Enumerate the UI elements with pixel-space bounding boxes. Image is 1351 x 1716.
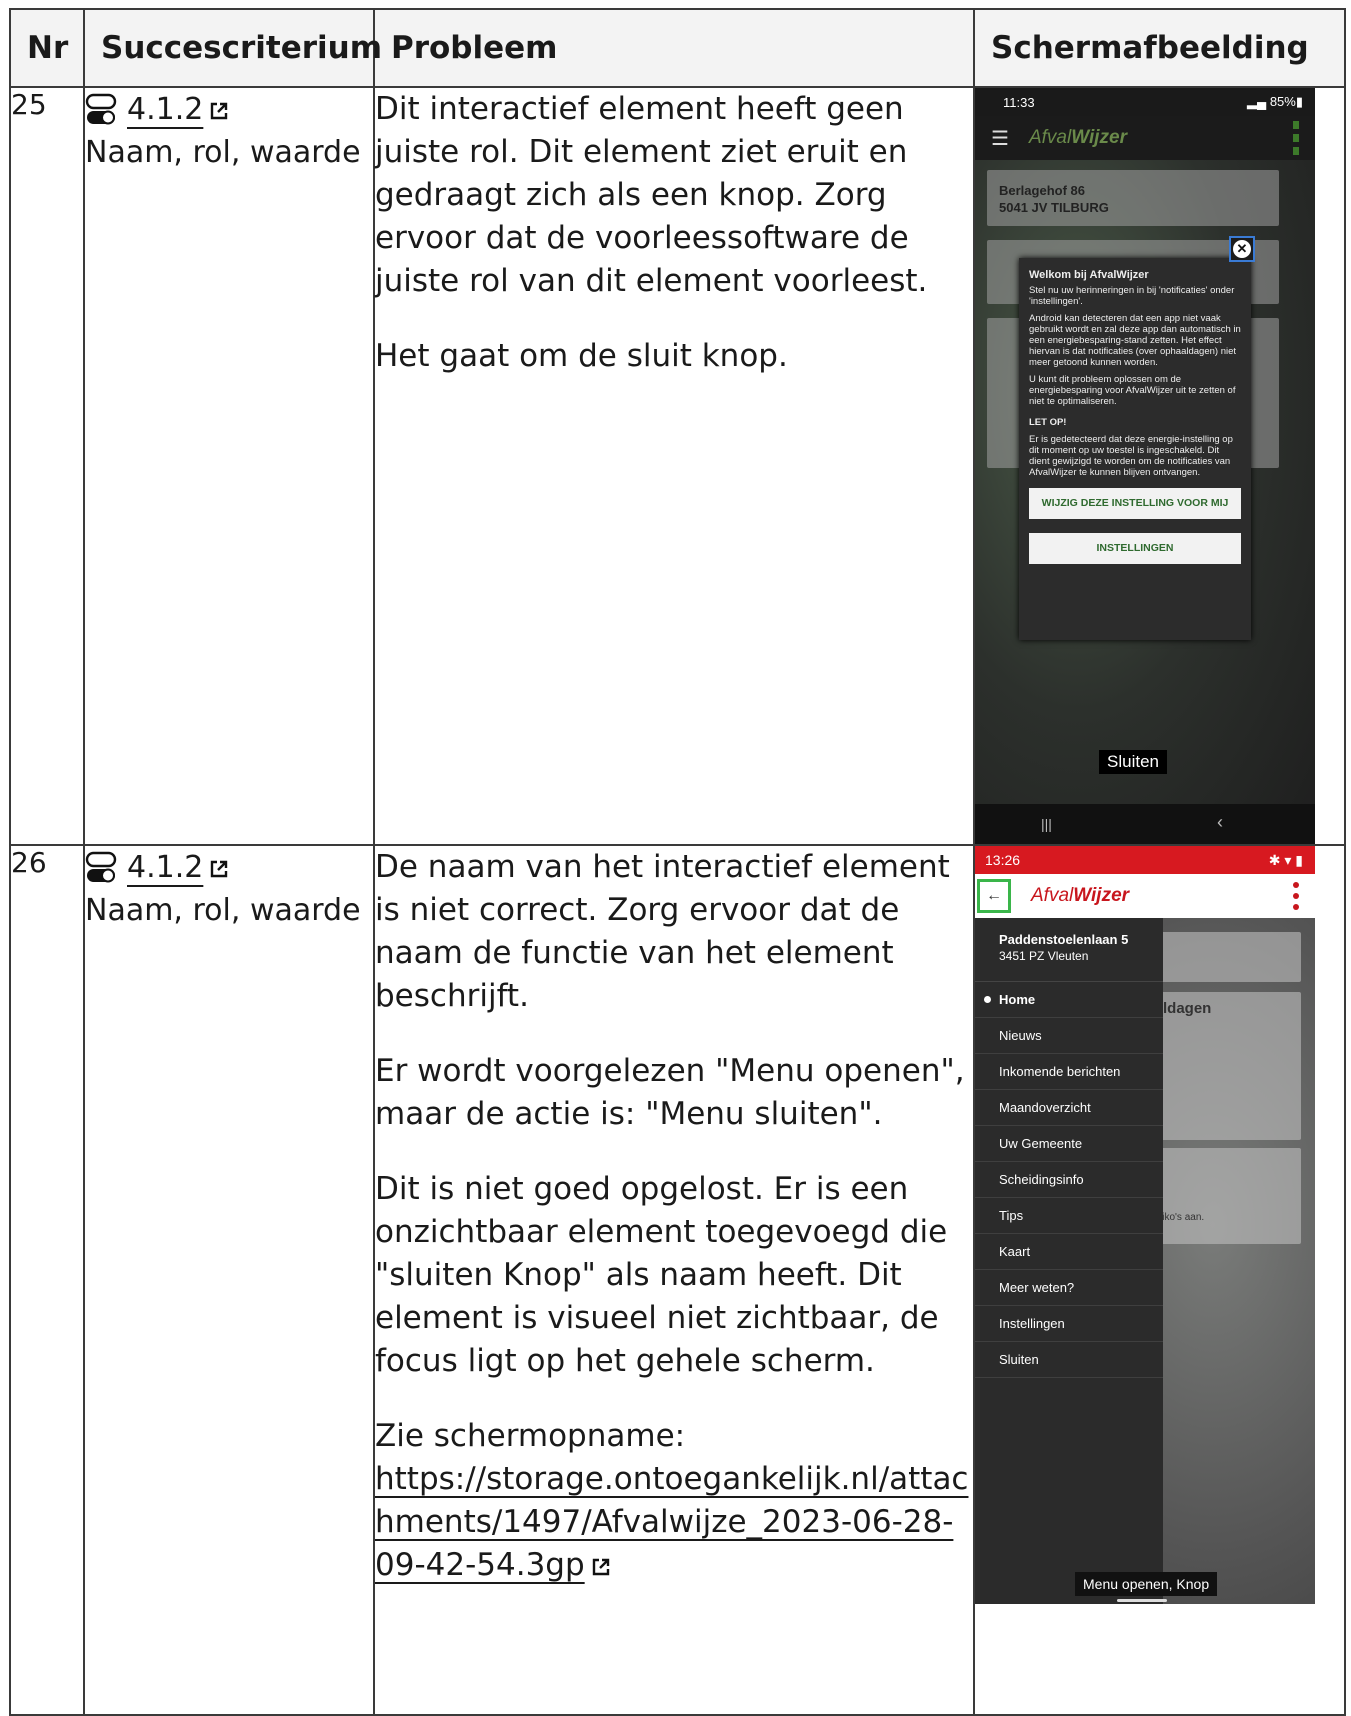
table-row: 25 4.1.2 Naam, rol, waarde Dit interacti… bbox=[9, 86, 1346, 846]
problem-cell: De naam van het interactief element is n… bbox=[373, 844, 975, 1716]
dialog-text: Er is gedetecteerd dat deze energie-inst… bbox=[1029, 434, 1233, 478]
battery-indicator: ✱ ▾ ▮ bbox=[1268, 851, 1303, 868]
external-link-icon bbox=[592, 1558, 609, 1575]
header-nr: Nr bbox=[9, 8, 85, 88]
android-nav-bar: ||| ‹ bbox=[975, 804, 1315, 844]
problem-text: Het gaat om de sluit knop. bbox=[375, 338, 788, 374]
screenshot-image: 13:26 ✱ ▾ ▮ ← AfvalWijzer ldagen kliko's… bbox=[975, 846, 1315, 1604]
navigation-drawer: Paddenstoelenlaan 5 3451 PZ Vleuten Home … bbox=[975, 918, 1163, 1604]
criterion-link[interactable]: 4.1.2 bbox=[127, 846, 229, 889]
problem-text: Dit is niet goed opgelost. Er is een onz… bbox=[375, 1171, 948, 1379]
row-number: 26 bbox=[9, 844, 85, 1716]
menu-item-uw-gemeente[interactable]: Uw Gemeente bbox=[975, 1126, 1163, 1162]
overflow-menu-icon bbox=[1293, 121, 1299, 155]
back-arrow-icon[interactable]: ← bbox=[977, 879, 1011, 913]
dialog-text: Android kan detecteren dat een app niet … bbox=[1029, 313, 1241, 368]
problem-text: De naam van het interactief element is n… bbox=[375, 849, 950, 1014]
menu-item-meer-weten[interactable]: Meer weten? bbox=[975, 1270, 1163, 1306]
close-button[interactable]: ✕ bbox=[1229, 236, 1255, 262]
back-icon[interactable]: ‹ bbox=[1217, 812, 1223, 833]
background-fragment: ldagen bbox=[1163, 1000, 1212, 1017]
menu-item-sluiten[interactable]: Sluiten bbox=[975, 1342, 1163, 1378]
dialog-text: U kunt dit probleem oplossen om de energ… bbox=[1029, 374, 1236, 407]
status-time: 13:26 bbox=[985, 852, 1021, 868]
external-link-icon bbox=[211, 860, 228, 877]
menu-item-nieuws[interactable]: Nieuws bbox=[975, 1018, 1163, 1054]
criterion-name: Naam, rol, waarde bbox=[85, 893, 361, 928]
dialog-warning-title: LET OP! bbox=[1029, 417, 1067, 428]
header-screenshot: Schermafbeelding bbox=[973, 8, 1346, 88]
status-bar: 13:26 ✱ ▾ ▮ bbox=[975, 846, 1315, 874]
menu-item-kaart[interactable]: Kaart bbox=[975, 1234, 1163, 1270]
status-time: 11:33 bbox=[1003, 94, 1035, 110]
table-header-row: Nr Succescriterium Probleem Schermafbeel… bbox=[9, 8, 1346, 88]
problem-cell: Dit interactief element heeft geen juist… bbox=[373, 86, 975, 846]
change-setting-button[interactable]: WIJZIG DEZE INSTELLING VOOR MIJ bbox=[1029, 488, 1241, 519]
recent-apps-icon[interactable]: ||| bbox=[1041, 816, 1052, 832]
recording-link[interactable]: https://storage.ontoegankelijk.nl/attach… bbox=[375, 1461, 968, 1583]
problem-text: Dit interactief element heeft geen juist… bbox=[375, 91, 928, 299]
menu-item-instellingen[interactable]: Instellingen bbox=[975, 1306, 1163, 1342]
table-row: 26 4.1.2 Naam, rol, waarde De naam van h… bbox=[9, 844, 1346, 1716]
dialog-title: Welkom bij AfvalWijzer bbox=[1029, 269, 1149, 281]
drawer-address: Paddenstoelenlaan 5 3451 PZ Vleuten bbox=[975, 918, 1163, 982]
gesture-bar bbox=[1117, 1599, 1167, 1602]
menu-item-maandoverzicht[interactable]: Maandoverzicht bbox=[975, 1090, 1163, 1126]
menu-item-scheidingsinfo[interactable]: Scheidingsinfo bbox=[975, 1162, 1163, 1198]
external-link-icon bbox=[211, 102, 228, 119]
issues-table: Nr Succescriterium Probleem Schermafbeel… bbox=[9, 8, 1346, 1716]
settings-button[interactable]: INSTELLINGEN bbox=[1029, 533, 1241, 564]
header-criterion: Succescriterium bbox=[83, 8, 382, 88]
overflow-menu-icon bbox=[1293, 882, 1299, 910]
criterion-link[interactable]: 4.1.2 bbox=[127, 88, 229, 131]
app-logo: AfvalWijzer bbox=[1028, 127, 1127, 148]
problem-text: Zie schermopname: bbox=[375, 1418, 686, 1454]
toggle-icon bbox=[85, 93, 117, 124]
close-icon: ✕ bbox=[1233, 240, 1251, 258]
menu-item-tips[interactable]: Tips bbox=[975, 1198, 1163, 1234]
address-line2: 5041 JV TILBURG bbox=[999, 200, 1109, 215]
address-line1: Berlagehof 86 bbox=[999, 183, 1085, 198]
criterion-cell: 4.1.2 Naam, rol, waarde bbox=[83, 844, 375, 1716]
battery-indicator: ▂▄ 85%▮ bbox=[1246, 94, 1303, 109]
criterion-cell: 4.1.2 Naam, rol, waarde bbox=[83, 86, 375, 846]
app-logo: AfvalWijzer bbox=[1031, 885, 1130, 906]
status-bar: 11:33 ▂▄ 85%▮ bbox=[975, 88, 1315, 116]
criterion-name: Naam, rol, waarde bbox=[85, 135, 361, 170]
dialog-text: Stel nu uw herinneringen in bij 'notific… bbox=[1029, 285, 1235, 307]
menu-item-inkomende-berichten[interactable]: Inkomende berichten bbox=[975, 1054, 1163, 1090]
menu-item-home[interactable]: Home bbox=[975, 982, 1163, 1018]
screenshot-cell: 11:33 ▂▄ 85%▮ ☰ AfvalWijzer Berlagehof 8… bbox=[973, 86, 1346, 846]
app-bar: ☰ AfvalWijzer bbox=[975, 116, 1315, 160]
screenshot-cell: 13:26 ✱ ▾ ▮ ← AfvalWijzer ldagen kliko's… bbox=[973, 844, 1346, 1716]
welcome-dialog: Welkom bij AfvalWijzer Stel nu uw herinn… bbox=[1019, 258, 1251, 640]
address-card: Berlagehof 86 5041 JV TILBURG bbox=[987, 170, 1279, 226]
row-number: 25 bbox=[9, 86, 85, 846]
screenshot-image: 11:33 ▂▄ 85%▮ ☰ AfvalWijzer Berlagehof 8… bbox=[975, 88, 1315, 844]
header-problem: Probleem bbox=[373, 8, 975, 88]
screenreader-caption: Sluiten bbox=[1099, 750, 1167, 774]
hamburger-icon: ☰ bbox=[991, 127, 1009, 150]
app-bar: ← AfvalWijzer bbox=[975, 874, 1315, 918]
screenreader-caption: Menu openen, Knop bbox=[1075, 1572, 1218, 1596]
toggle-icon bbox=[85, 851, 117, 882]
problem-text: Er wordt voorgelezen "Menu openen", maar… bbox=[375, 1053, 965, 1132]
